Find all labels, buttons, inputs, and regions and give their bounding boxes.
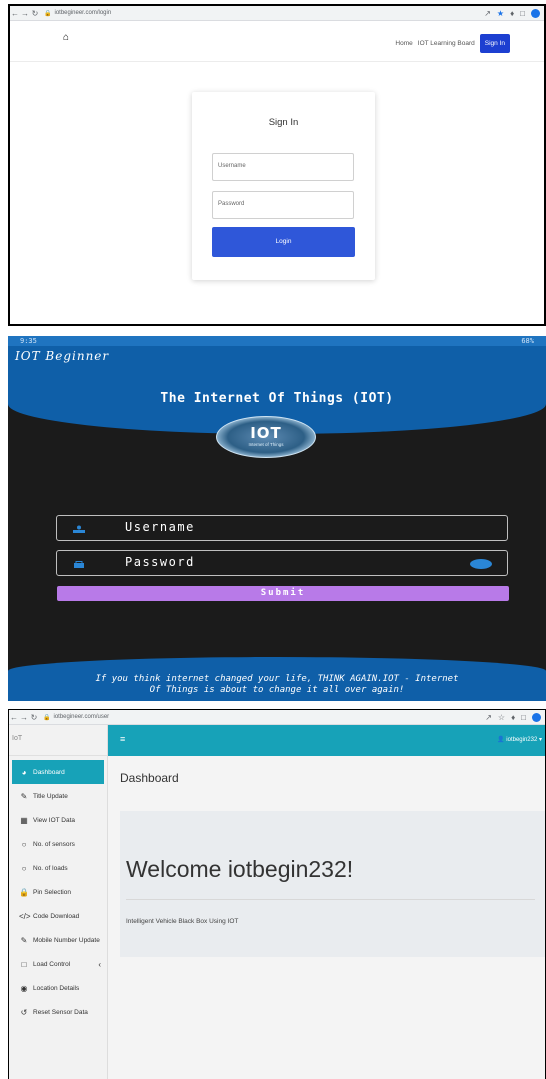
divider — [126, 899, 535, 900]
lock-icon: 🔒 — [19, 887, 29, 897]
login-page-screenshot: ← → ↻ 🔒 iotbegineer.com/login ↗ ★ ♦ □ ⌂ … — [8, 4, 546, 326]
username-field[interactable]: Username — [56, 515, 508, 541]
signin-title: Sign In — [268, 117, 299, 128]
password-input[interactable]: Password — [212, 191, 354, 219]
sidebar-item-code-download[interactable]: </> Code Download — [9, 904, 107, 928]
site-navbar: ⌂ Home IOT Learning Board Sign In — [10, 21, 544, 62]
logo-text: IOT — [250, 424, 282, 442]
window-icon[interactable]: □ — [521, 713, 526, 722]
back-icon[interactable]: ← — [10, 9, 20, 18]
password-field[interactable]: Password — [56, 550, 508, 576]
sidebar-item-title-update[interactable]: ✎ Title Update — [9, 784, 107, 808]
password-label: Password — [125, 555, 195, 569]
edit-icon: ✎ — [20, 935, 28, 945]
top-navbar: ≡ 👤 iotbegin232 ▾ — [108, 725, 545, 756]
status-bar: 9:35 68% — [8, 336, 546, 346]
signin-card: Sign In Username Password Login — [192, 92, 375, 280]
map-pin-icon: ◉ — [20, 983, 28, 993]
circle-icon: ○ — [21, 839, 27, 849]
sidebar-item-location-details[interactable]: ◉ Location Details — [9, 976, 107, 1000]
nav-board-link[interactable]: IOT Learning Board — [418, 40, 475, 47]
iot-logo: IOT Internet of Things — [216, 416, 316, 458]
sidebar-item-dashboard[interactable]: ◕ Dashboard — [12, 760, 104, 784]
app-title: The Internet Of Things (IOT) — [160, 391, 394, 406]
reload-icon[interactable]: ↻ — [30, 9, 40, 18]
nav-home-link[interactable]: Home — [395, 40, 412, 47]
code-icon: </> — [19, 911, 31, 921]
dashboard-screenshot: ← → ↻ 🔒 iotbegineer.com/user ↗ ☆ ♦ □ IoT… — [8, 709, 546, 1079]
extension-icon[interactable]: ♦ — [510, 9, 514, 18]
share-icon[interactable]: ↗ — [485, 713, 492, 722]
welcome-jumbotron: Welcome iotbegin232! Intelligent Vehicle… — [120, 811, 545, 957]
sidebar-item-view-iot-data[interactable]: ▦ View IOT Data — [9, 808, 107, 832]
sidebar-item-load-control[interactable]: □ Load Control ‹ — [9, 952, 107, 976]
lock-icon: 🔒 — [43, 714, 51, 721]
footer-line-2: Of Things is about to change it all over… — [149, 685, 405, 695]
app-brand: IOT Beginner — [15, 349, 110, 363]
star-icon[interactable]: ☆ — [498, 713, 505, 722]
mobile-app-screenshot: 9:35 68% IOT Beginner The Internet Of Th… — [8, 336, 546, 701]
sidebar-item-reset-sensor-data[interactable]: ↺ Reset Sensor Data — [9, 1000, 107, 1024]
share-icon[interactable]: ↗ — [484, 9, 491, 18]
user-menu[interactable]: 👤 iotbegin232 ▾ — [497, 736, 542, 743]
back-icon[interactable]: ← — [9, 713, 19, 722]
login-button[interactable]: Login — [212, 227, 355, 257]
address-bar[interactable]: 🔒 iotbegineer.com/user — [43, 714, 485, 721]
sidebar: IoT ◕ Dashboard ✎ Title Update ▦ View IO… — [9, 725, 108, 1079]
sidebar-item-no-of-sensors[interactable]: ○ No. of sensors — [9, 832, 107, 856]
project-subtitle: Intelligent Vehicle Black Box Using IOT — [126, 918, 239, 925]
status-battery: 68% — [521, 337, 534, 345]
nav-signin-button[interactable]: Sign In — [479, 34, 510, 53]
address-bar[interactable]: 🔒 iotbegineer.com/login — [44, 10, 484, 17]
welcome-heading: Welcome iotbegin232! — [126, 856, 354, 882]
hamburger-icon[interactable]: ≡ — [120, 734, 125, 744]
url-text: iotbegineer.com/user — [53, 714, 110, 720]
window-icon[interactable]: □ — [520, 9, 525, 18]
sidebar-brand[interactable]: IoT — [9, 725, 107, 756]
profile-icon[interactable] — [532, 712, 541, 722]
extension-icon[interactable]: ♦ — [511, 713, 515, 722]
url-text: iotbegineer.com/login — [54, 10, 112, 16]
reset-icon: ↺ — [20, 1007, 28, 1017]
forward-icon[interactable]: → — [20, 9, 30, 18]
main-content: Dashboard Welcome iotbegin232! Intellige… — [108, 756, 545, 1079]
star-icon[interactable]: ★ — [497, 9, 504, 18]
eye-icon[interactable] — [470, 559, 492, 569]
user-icon — [73, 525, 85, 533]
forward-icon[interactable]: → — [19, 713, 29, 722]
footer-line-1: If you think internet changed your life,… — [95, 674, 459, 684]
reload-icon[interactable]: ↻ — [29, 713, 39, 722]
submit-button[interactable]: Submit — [57, 586, 509, 601]
page-title: Dashboard — [120, 771, 179, 785]
home-icon[interactable]: ⌂ — [63, 32, 69, 43]
username-input[interactable]: Username — [212, 153, 354, 181]
profile-icon[interactable] — [531, 8, 540, 18]
sidebar-item-pin-selection[interactable]: 🔒 Pin Selection — [9, 880, 107, 904]
app-footer: If you think internet changed your life,… — [8, 657, 546, 701]
square-icon: □ — [21, 959, 27, 969]
browser-toolbar: ← → ↻ 🔒 iotbegineer.com/login ↗ ★ ♦ □ — [10, 6, 544, 21]
status-time: 9:35 — [20, 337, 37, 345]
logo-subtext: Internet of Things — [248, 442, 284, 447]
chevron-left-icon[interactable]: ‹ — [98, 960, 101, 969]
edit-icon: ✎ — [20, 791, 28, 801]
circle-icon: ○ — [21, 863, 27, 873]
sidebar-item-no-of-loads[interactable]: ○ No. of loads — [9, 856, 107, 880]
lock-icon — [74, 561, 84, 568]
username-label: Username — [125, 520, 195, 534]
table-icon: ▦ — [20, 815, 28, 825]
dashboard-icon: ◕ — [21, 767, 27, 777]
lock-icon: 🔒 — [44, 10, 52, 17]
browser-toolbar: ← → ↻ 🔒 iotbegineer.com/user ↗ ☆ ♦ □ — [9, 710, 545, 725]
sidebar-item-mobile-number-update[interactable]: ✎ Mobile Number Update — [9, 928, 107, 952]
